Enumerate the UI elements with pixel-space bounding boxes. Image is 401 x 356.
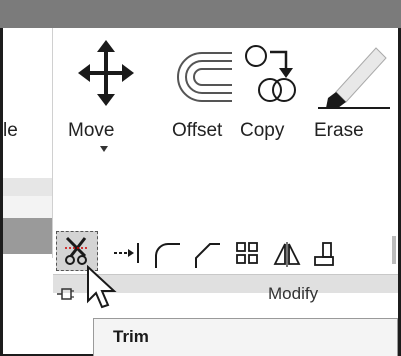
chamfer-button[interactable] (192, 240, 222, 270)
mirror-button[interactable] (272, 240, 302, 268)
array-icon (236, 242, 258, 264)
left-panel-strip-light (3, 196, 52, 218)
move-button-label: Move (68, 120, 115, 141)
erase-button-label: Erase (314, 120, 364, 141)
erase-button[interactable]: Erase (312, 42, 392, 150)
array-button[interactable] (234, 240, 260, 266)
panel-separator (52, 28, 53, 258)
fillet-icon (155, 243, 180, 268)
left-panel-strip-dark (3, 218, 52, 254)
offset-button[interactable]: Offset (170, 45, 236, 150)
eraser-icon (318, 47, 390, 109)
move-button[interactable]: Move (68, 40, 140, 165)
copy-button-label: Copy (240, 120, 285, 141)
panel-title: Modify (268, 284, 319, 303)
tooltip-title: Trim (113, 327, 149, 346)
move-arrows-icon (78, 40, 134, 106)
mirror-icon (273, 242, 301, 267)
stretch-icon (314, 242, 334, 266)
stretch-button[interactable] (312, 240, 338, 268)
cutoff-button-label[interactable]: le (3, 120, 18, 142)
extend-icon (114, 243, 139, 263)
offset-button-label: Offset (172, 120, 223, 141)
chamfer-icon (195, 243, 220, 268)
offset-icon (177, 52, 232, 102)
mouse-cursor-icon (87, 265, 117, 309)
more-tools-edge (392, 236, 396, 264)
copy-icon (245, 45, 296, 102)
copy-button[interactable]: Copy (240, 42, 304, 150)
extend-button[interactable] (112, 240, 142, 266)
chevron-down-icon (100, 146, 108, 152)
left-panel-strip (3, 178, 52, 196)
fillet-button[interactable] (152, 240, 182, 270)
trim-scissors-icon (65, 236, 89, 265)
pin-icon[interactable] (56, 287, 76, 301)
title-bar (0, 0, 401, 28)
